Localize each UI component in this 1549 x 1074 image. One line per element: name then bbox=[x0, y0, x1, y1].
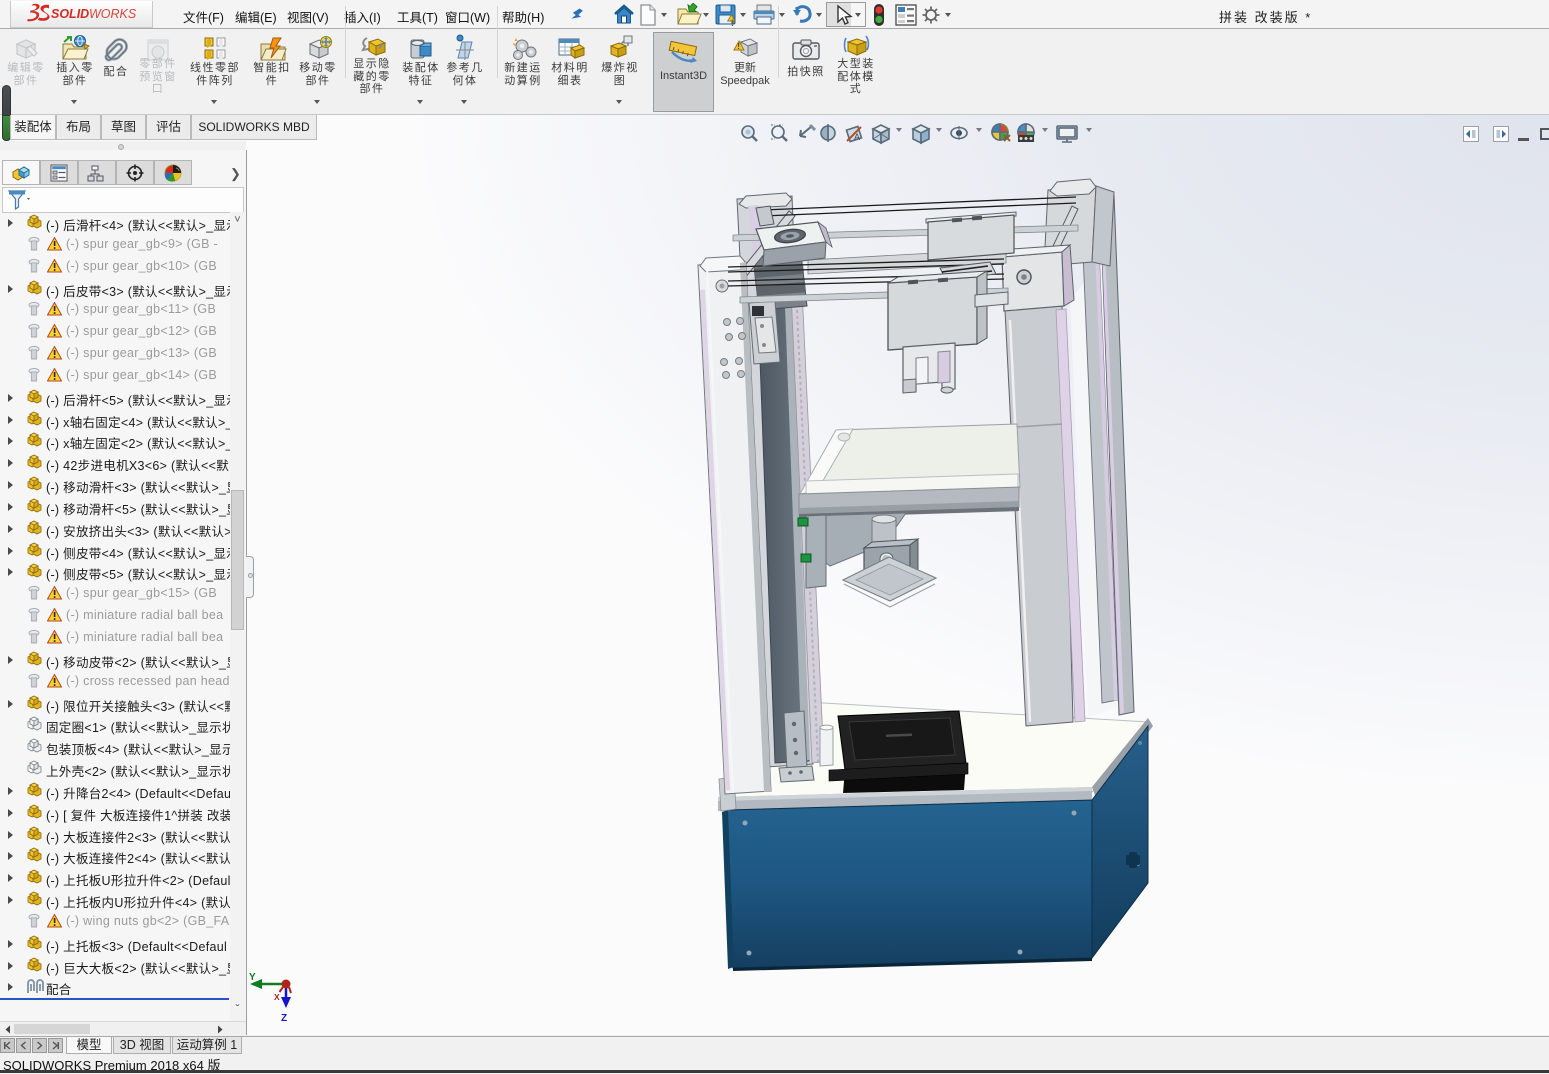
svg-text:Z: Z bbox=[281, 1013, 287, 1024]
svg-text:X: X bbox=[274, 992, 280, 1002]
svg-text:WORKS: WORKS bbox=[89, 7, 137, 21]
svg-text:!: ! bbox=[731, 18, 734, 27]
svg-text:A: A bbox=[854, 132, 860, 142]
svg-text:SOLID: SOLID bbox=[51, 7, 89, 21]
svg-text:Y: Y bbox=[249, 972, 256, 983]
svg-text:!: ! bbox=[737, 42, 740, 51]
